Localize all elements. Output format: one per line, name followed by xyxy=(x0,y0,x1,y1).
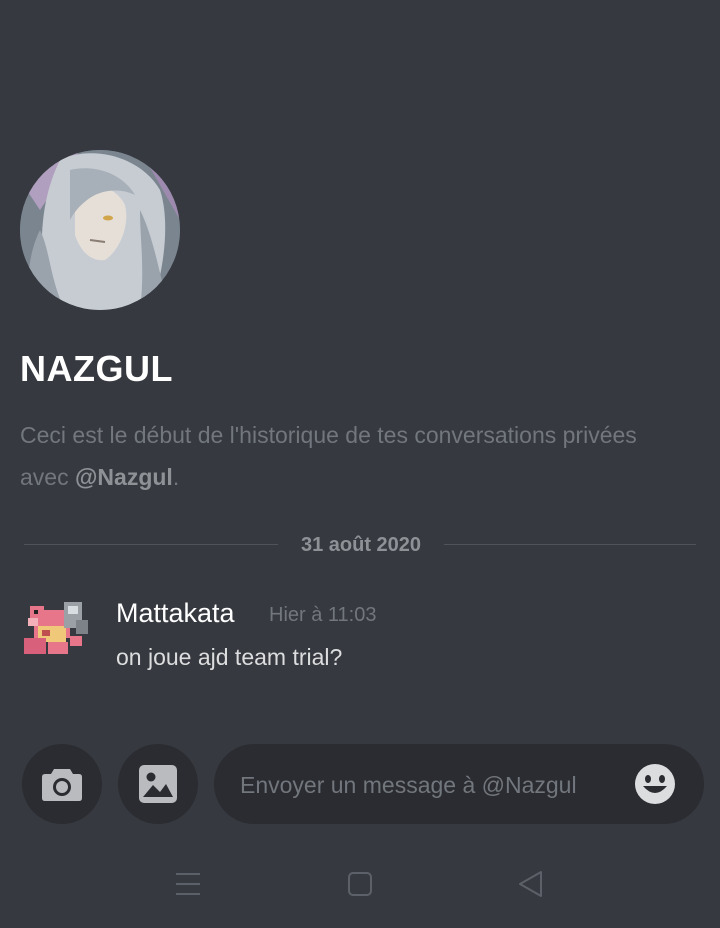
camera-button[interactable] xyxy=(22,744,102,824)
user-mention[interactable]: @Nazgul xyxy=(75,464,173,490)
emoji-icon xyxy=(635,764,675,804)
conversation-intro: Ceci est le début de l'historique de tes… xyxy=(20,414,680,498)
intro-suffix: . xyxy=(172,464,180,490)
emoji-button[interactable] xyxy=(634,763,676,805)
menu-icon xyxy=(176,873,200,895)
message-timestamp: Hier à 11:03 xyxy=(269,604,377,626)
avatar-art xyxy=(20,150,180,310)
profile-name: NAZGUL xyxy=(20,348,173,389)
home-icon xyxy=(348,872,372,896)
gallery-button[interactable] xyxy=(118,744,198,824)
message-text: on joue ajd team trial? xyxy=(116,644,343,670)
profile-avatar[interactable] xyxy=(20,150,180,310)
date-divider: 31 août 2020 xyxy=(278,531,444,559)
message-input[interactable] xyxy=(238,744,622,826)
image-icon xyxy=(139,765,177,803)
back-icon xyxy=(519,871,542,897)
message-avatar[interactable] xyxy=(20,596,92,662)
message-author[interactable]: Mattakata xyxy=(116,598,235,629)
camera-icon xyxy=(42,769,82,801)
message-input-container[interactable] xyxy=(214,744,704,826)
pixel-avatar-art xyxy=(24,602,88,654)
system-back-button[interactable] xyxy=(512,866,548,902)
system-menu-button[interactable] xyxy=(170,866,206,902)
system-home-button[interactable] xyxy=(342,866,378,902)
